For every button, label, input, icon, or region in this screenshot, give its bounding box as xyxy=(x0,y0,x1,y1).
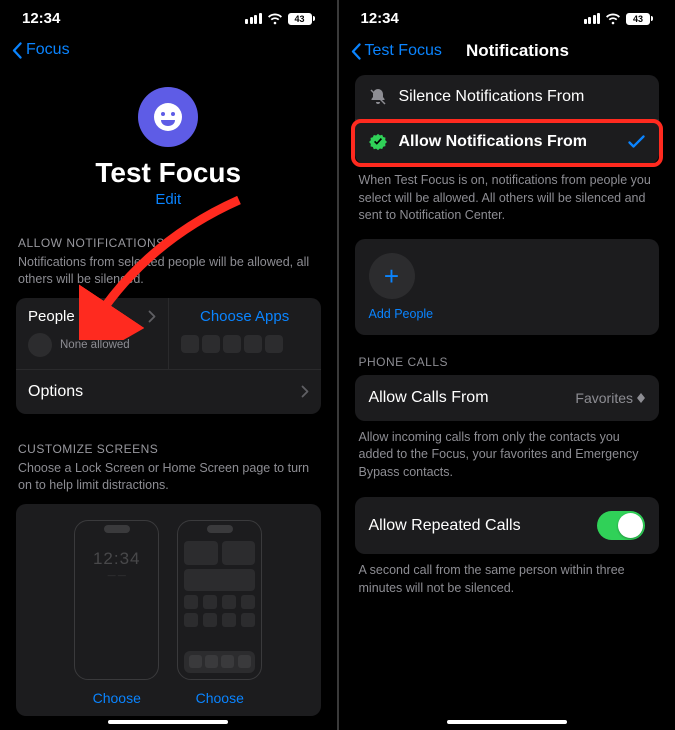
allow-notifications-header: ALLOW NOTIFICATIONS xyxy=(16,236,321,250)
edit-button[interactable]: Edit xyxy=(16,191,321,208)
allow-calls-desc: Allow incoming calls from only the conta… xyxy=(355,421,660,482)
page-title: Notifications xyxy=(372,41,663,61)
home-indicator[interactable] xyxy=(108,720,228,724)
smiley-icon xyxy=(152,101,184,133)
silence-option[interactable]: Silence Notifications From xyxy=(355,75,660,119)
focus-hero: Test Focus Edit xyxy=(16,65,321,208)
app-placeholders xyxy=(181,335,309,353)
apps-label: Choose Apps xyxy=(200,308,289,325)
mode-explain: When Test Focus is on, notifications fro… xyxy=(355,164,660,225)
screens-card: 12:34 — — Choose xyxy=(16,504,321,716)
apps-button[interactable]: Choose Apps xyxy=(168,298,321,369)
repeated-desc: A second call from the same person withi… xyxy=(355,554,660,597)
options-label: Options xyxy=(28,383,83,401)
allow-label: Allow Notifications From xyxy=(399,133,617,151)
silence-label: Silence Notifications From xyxy=(399,88,646,106)
people-button[interactable]: People None allowed xyxy=(16,298,168,369)
checkmark-icon xyxy=(628,135,645,149)
wifi-icon xyxy=(267,13,283,25)
cellular-icon xyxy=(245,13,262,24)
options-button[interactable]: Options xyxy=(16,369,321,414)
cellular-icon xyxy=(584,13,601,24)
people-sub: None allowed xyxy=(60,339,130,351)
checkmark-seal-icon xyxy=(369,133,387,151)
plus-icon: + xyxy=(384,263,399,289)
add-people-label: Add People xyxy=(369,307,646,321)
status-bar: 12:34 43 xyxy=(0,0,337,31)
nav-bar: Test Focus Notifications xyxy=(339,31,675,67)
notification-mode-list: Silence Notifications From Allow Notific… xyxy=(355,75,660,164)
home-indicator[interactable] xyxy=(447,720,567,724)
status-time: 12:34 xyxy=(22,10,60,27)
chevron-left-icon xyxy=(351,43,361,60)
back-button[interactable]: Focus xyxy=(0,31,337,65)
repeated-label: Allow Repeated Calls xyxy=(369,517,521,535)
battery-icon: 43 xyxy=(288,13,315,25)
allow-calls-value: Favorites xyxy=(575,390,633,406)
avatar-placeholder xyxy=(28,333,52,357)
lock-screen-option[interactable]: 12:34 — — Choose xyxy=(74,520,159,706)
allow-notifications-desc: Notifications from selected people will … xyxy=(16,254,321,288)
left-screen: 12:34 43 Focus Test Focus Edit ALLOW NOT… xyxy=(0,0,337,730)
notifications-card: People None allowed Choose Apps xyxy=(16,298,321,414)
focus-icon xyxy=(138,87,198,147)
repeated-calls-row: Allow Repeated Calls xyxy=(355,497,660,554)
allow-option[interactable]: Allow Notifications From xyxy=(355,119,660,164)
choose-lock-button[interactable]: Choose xyxy=(93,690,141,706)
status-bar: 12:34 43 xyxy=(339,0,675,31)
status-right: 43 xyxy=(584,13,654,25)
home-screen-option[interactable]: Choose xyxy=(177,520,262,706)
allow-calls-label: Allow Calls From xyxy=(369,389,489,407)
customize-desc: Choose a Lock Screen or Home Screen page… xyxy=(16,460,321,494)
allow-calls-row[interactable]: Allow Calls From Favorites xyxy=(355,375,660,421)
customize-header: CUSTOMIZE SCREENS xyxy=(16,442,321,456)
chevron-left-icon xyxy=(12,42,22,59)
people-label: People xyxy=(28,308,75,325)
phone-calls-header: PHONE CALLS xyxy=(359,355,660,369)
up-down-icon xyxy=(637,393,645,403)
status-right: 43 xyxy=(245,13,315,25)
bell-slash-icon xyxy=(369,88,387,106)
chevron-right-icon xyxy=(148,310,156,323)
right-screen: 12:34 43 Test Focus Notifications Silenc… xyxy=(339,0,675,730)
add-people-button[interactable]: + xyxy=(369,253,415,299)
choose-home-button[interactable]: Choose xyxy=(196,690,244,706)
status-time: 12:34 xyxy=(361,10,399,27)
repeated-toggle[interactable] xyxy=(597,511,645,540)
add-people-card: + Add People xyxy=(355,239,660,335)
focus-title: Test Focus xyxy=(16,157,321,189)
lock-time: 12:34 xyxy=(81,549,152,569)
chevron-right-icon xyxy=(301,385,309,398)
wifi-icon xyxy=(605,13,621,25)
battery-icon: 43 xyxy=(626,13,653,25)
back-label: Focus xyxy=(26,41,70,59)
